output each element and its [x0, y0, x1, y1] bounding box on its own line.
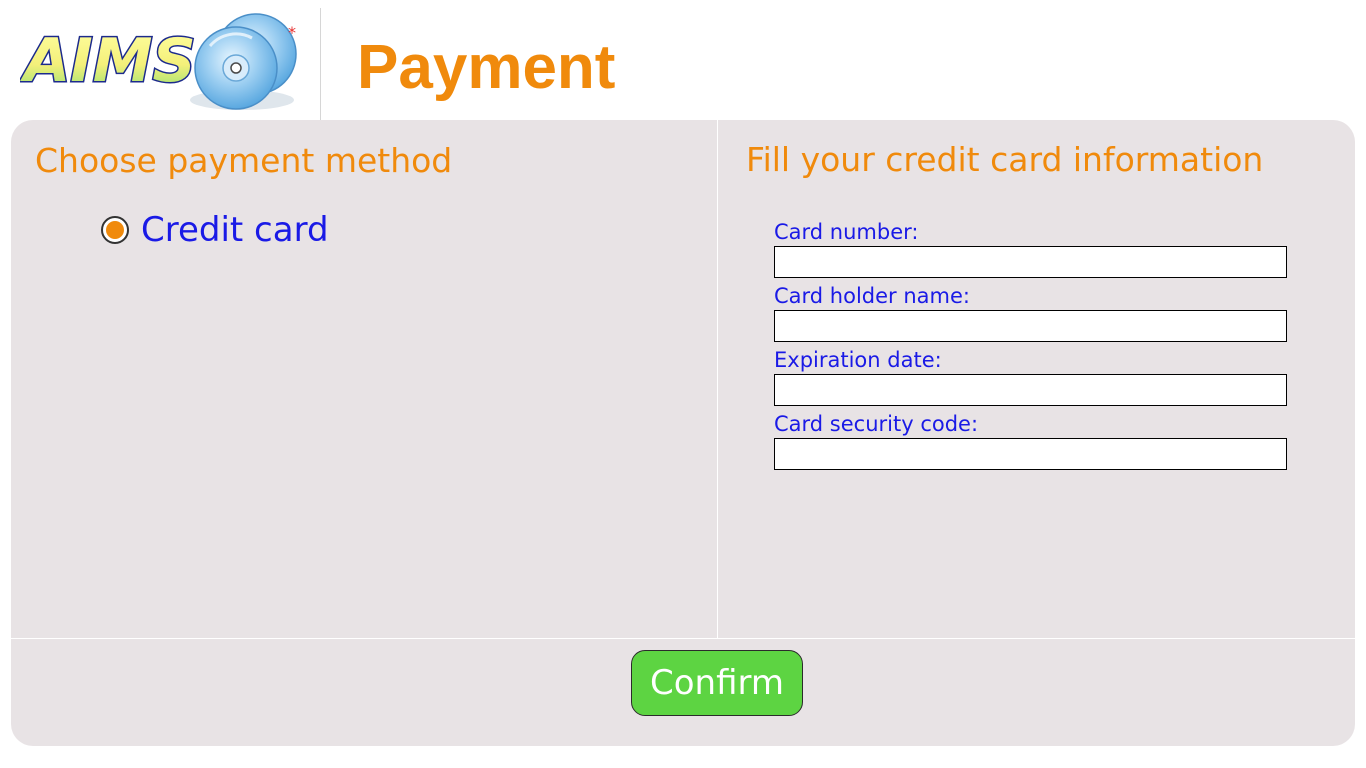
card-holder-name-label: Card holder name:: [774, 284, 970, 308]
credit-card-radio-option[interactable]: Credit card: [101, 208, 329, 252]
cd-disc-icon: *: [190, 13, 297, 110]
app-header: AIMS * Payment: [0, 0, 1366, 120]
payment-method-heading: Choose payment method: [35, 141, 453, 180]
card-security-code-input[interactable]: [774, 438, 1287, 470]
aims-logo: AIMS *: [20, 13, 297, 110]
card-info-heading: Fill your credit card information: [746, 140, 1264, 179]
expiration-date-input[interactable]: [774, 374, 1287, 406]
card-number-input[interactable]: [774, 246, 1287, 278]
card-security-code-label: Card security code:: [774, 412, 979, 436]
radio-selected-dot: [106, 221, 124, 239]
card-number-label: Card number:: [774, 220, 919, 244]
svg-text:*: *: [288, 23, 296, 42]
page-title: Payment: [357, 33, 616, 102]
header-divider: [320, 8, 321, 120]
column-divider: [717, 120, 718, 638]
payment-panel: Choose payment method Credit card Fill y…: [11, 120, 1355, 746]
footer-divider: [11, 638, 1355, 639]
radio-button-selected[interactable]: [101, 216, 129, 244]
expiration-date-label: Expiration date:: [774, 348, 942, 372]
confirm-button[interactable]: Confirm: [631, 650, 803, 716]
credit-card-label: Credit card: [141, 210, 329, 250]
logo-wordmark: AIMS: [20, 26, 196, 96]
card-holder-name-input[interactable]: [774, 310, 1287, 342]
